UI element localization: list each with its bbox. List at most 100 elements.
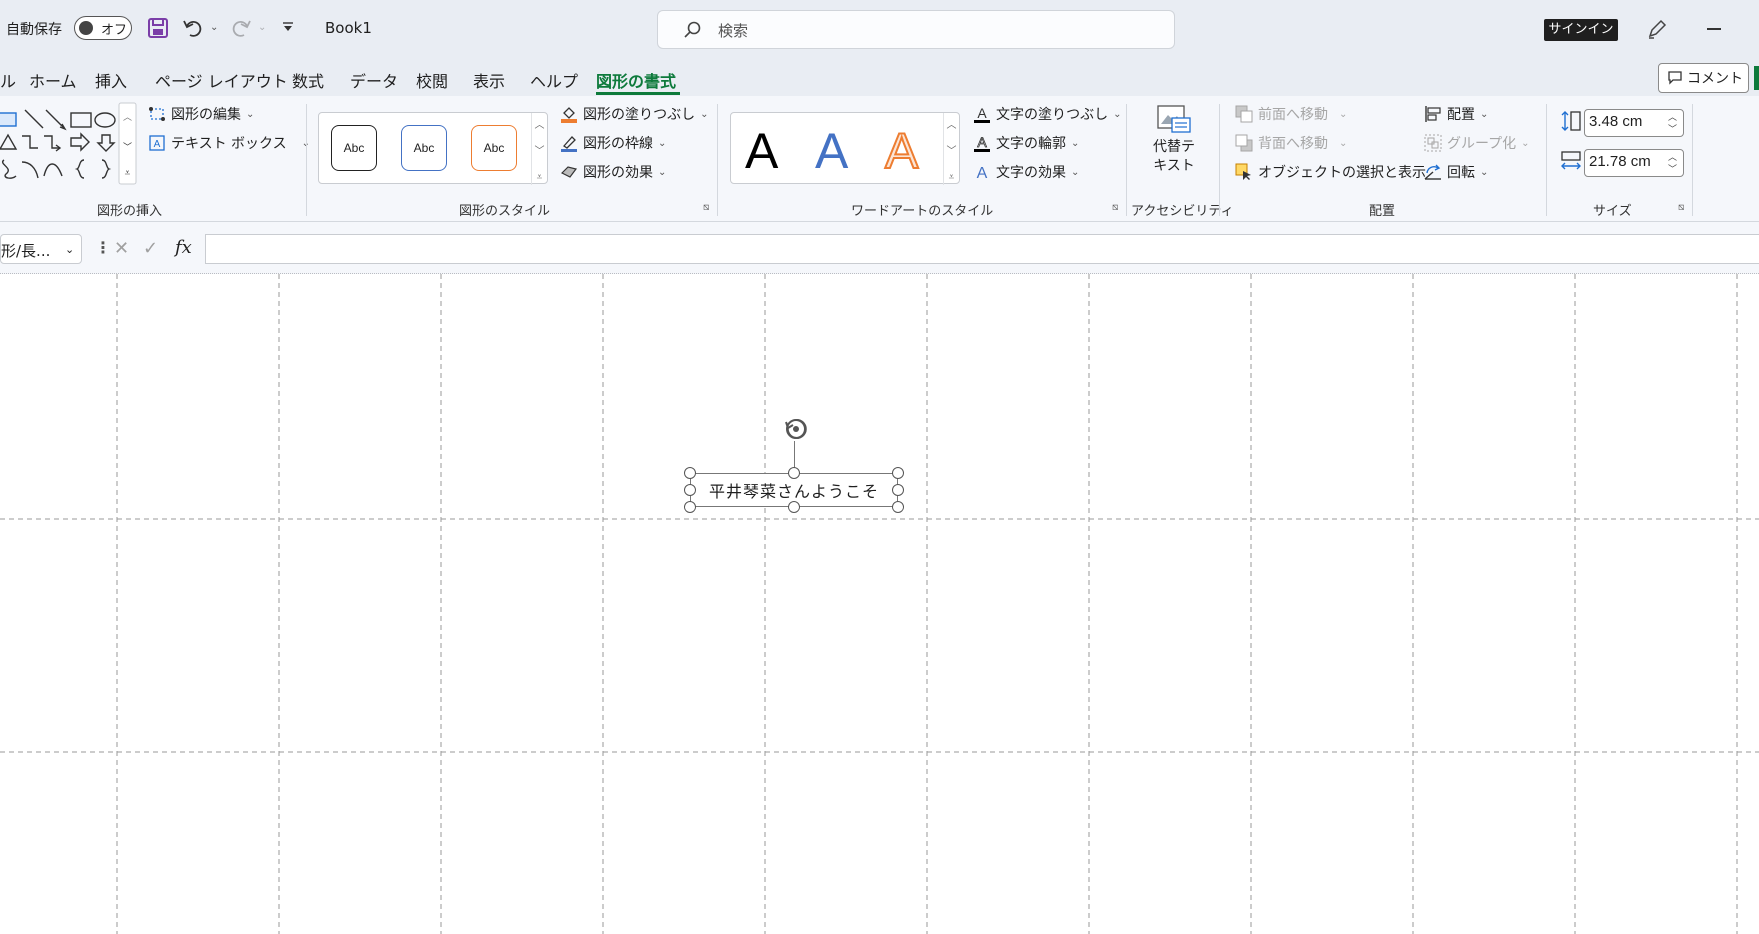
svg-text:A: A bbox=[154, 139, 161, 150]
pen-icon[interactable] bbox=[1646, 18, 1668, 40]
undo-dropdown-icon[interactable]: ⌄ bbox=[210, 22, 218, 33]
group-label-size: サイズ bbox=[1593, 204, 1632, 219]
shape-style-swatch-black[interactable]: Abc bbox=[331, 125, 377, 171]
group-label: グループ化 bbox=[1447, 136, 1517, 152]
search-box[interactable]: 検索 bbox=[657, 10, 1175, 49]
wordart-scroll[interactable]: ︿ ﹀ ⩡ bbox=[943, 113, 959, 185]
group-separator bbox=[1219, 104, 1220, 216]
ribbon-tabs: ル ホーム 挿入 ページ レイアウト 数式 データ 校閲 表示 ヘルプ 図形の書… bbox=[0, 54, 1759, 96]
dialog-launcher-icon[interactable]: ⧅ bbox=[1678, 202, 1684, 213]
shape-effects-button[interactable]: 図形の効果 ⌄ bbox=[560, 162, 666, 182]
pen-outline-icon bbox=[561, 136, 577, 152]
alt-text-button[interactable]: 代替テ キスト bbox=[1142, 104, 1206, 192]
resize-handle-left[interactable] bbox=[684, 484, 696, 496]
edit-shape-label: 図形の編集 bbox=[171, 107, 241, 123]
shape-height-input[interactable]: 3.48 cm ︿ ﹀ bbox=[1584, 109, 1684, 137]
share-button-edge[interactable] bbox=[1754, 66, 1759, 90]
shape-style-swatch-blue[interactable]: Abc bbox=[401, 125, 447, 171]
wordart-sample-black[interactable]: A bbox=[745, 126, 778, 176]
customize-toolbar-icon[interactable] bbox=[282, 22, 294, 32]
tab-file-partial[interactable]: ル bbox=[0, 68, 16, 92]
shape-outline-button[interactable]: 図形の枠線 ⌄ bbox=[560, 133, 666, 153]
document-title: Book1 bbox=[325, 19, 372, 37]
text-effects-button[interactable]: A 文字の効果 ⌄ bbox=[973, 162, 1080, 182]
align-label: 配置 bbox=[1447, 107, 1475, 123]
wordart-sample-blue[interactable]: A bbox=[815, 126, 848, 176]
formula-input[interactable] bbox=[205, 234, 1759, 264]
tab-view[interactable]: 表示 bbox=[473, 68, 505, 92]
tab-shape-format[interactable]: 図形の書式 bbox=[596, 68, 676, 92]
minimize-icon[interactable] bbox=[1707, 28, 1721, 30]
selection-pane-button[interactable]: オブジェクトの選択と表示 bbox=[1235, 162, 1426, 182]
resize-handle-top-right[interactable] bbox=[892, 467, 904, 479]
bring-forward-button[interactable]: 前面へ移動 ⌄ bbox=[1235, 104, 1347, 124]
redo-icon[interactable] bbox=[230, 17, 252, 39]
align-button[interactable]: 配置 ⌄ bbox=[1424, 104, 1488, 124]
resize-handle-bottom[interactable] bbox=[788, 501, 800, 513]
shape-fill-button[interactable]: 図形の塗りつぶし ⌄ bbox=[560, 104, 709, 124]
shape-width-input[interactable]: 21.78 cm ︿ ﹀ bbox=[1584, 149, 1684, 177]
tab-formulas[interactable]: 数式 bbox=[292, 68, 324, 92]
svg-text:A: A bbox=[977, 165, 988, 182]
toggle-knob bbox=[79, 21, 93, 35]
resize-handle-top-left[interactable] bbox=[684, 467, 696, 479]
shape-effects-label: 図形の効果 bbox=[583, 165, 653, 181]
resize-handle-bottom-left[interactable] bbox=[684, 501, 696, 513]
text-outline-button[interactable]: A 文字の輪郭 ⌄ bbox=[973, 133, 1079, 153]
insert-function-icon[interactable]: fx bbox=[175, 237, 192, 258]
edit-shape-button[interactable]: 図形の編集 ⌄ bbox=[148, 104, 254, 124]
rotate-button[interactable]: 回転 ⌄ bbox=[1424, 162, 1488, 182]
undo-icon[interactable] bbox=[182, 17, 204, 39]
text-fill-icon: A bbox=[974, 105, 990, 123]
cancel-icon[interactable]: ✕ bbox=[114, 238, 129, 259]
redo-dropdown-icon[interactable]: ⌄ bbox=[258, 22, 266, 33]
wordart-gallery[interactable]: A A A ︿ ﹀ ⩡ bbox=[730, 112, 960, 185]
shapes-gallery[interactable]: ︿ ﹀ ⩡ bbox=[0, 102, 138, 188]
shape-effects-icon bbox=[560, 166, 578, 178]
wordart-sample-orange[interactable]: A bbox=[884, 125, 919, 177]
resize-handle-right[interactable] bbox=[892, 484, 904, 496]
comment-button[interactable]: コメント bbox=[1658, 63, 1749, 93]
resize-handle-top[interactable] bbox=[788, 467, 800, 479]
tab-home[interactable]: ホーム bbox=[29, 68, 77, 92]
text-box-button[interactable]: A テキスト ボックス⌄ bbox=[148, 133, 310, 153]
worksheet-area[interactable] bbox=[0, 274, 1759, 934]
shape-styles-gallery[interactable]: Abc Abc Abc ︿ ﹀ ⩡ bbox=[318, 112, 548, 185]
dialog-launcher-icon[interactable]: ⧅ bbox=[703, 202, 709, 213]
group-separator bbox=[1692, 104, 1693, 216]
alt-text-label-line2: キスト bbox=[1153, 158, 1195, 174]
save-icon[interactable] bbox=[147, 17, 169, 39]
tab-page-layout[interactable]: ページ レイアウト bbox=[155, 68, 288, 92]
tab-review[interactable]: 校閲 bbox=[416, 68, 448, 92]
text-fill-button[interactable]: A 文字の塗りつぶし ⌄ bbox=[973, 104, 1122, 124]
alt-text-icon bbox=[1157, 105, 1191, 133]
name-box[interactable]: 形/長... ⌄ bbox=[0, 234, 82, 264]
send-backward-label: 背面へ移動 bbox=[1258, 136, 1328, 152]
width-spinner-arrows[interactable]: ︿ ﹀ bbox=[1668, 151, 1677, 175]
name-box-dropdown-icon[interactable]: ⌄ bbox=[65, 243, 74, 256]
group-objects-button[interactable]: グループ化 ⌄ bbox=[1424, 133, 1530, 153]
shape-style-swatch-orange[interactable]: Abc bbox=[471, 125, 517, 171]
selection-pane-icon bbox=[1235, 163, 1251, 180]
send-backward-button[interactable]: 背面へ移動 ⌄ bbox=[1235, 133, 1347, 153]
shape-fill-label: 図形の塗りつぶし bbox=[583, 107, 696, 123]
enter-icon[interactable]: ✓ bbox=[143, 238, 158, 259]
dialog-launcher-icon[interactable]: ⧅ bbox=[1112, 202, 1118, 213]
autosave-toggle[interactable]: オフ bbox=[74, 16, 132, 40]
tab-help[interactable]: ヘルプ bbox=[530, 68, 578, 92]
resize-handle-bottom-right[interactable] bbox=[892, 501, 904, 513]
selection-pane-label: オブジェクトの選択と表示 bbox=[1258, 165, 1426, 181]
rotate-label: 回転 bbox=[1447, 165, 1475, 181]
tab-data[interactable]: データ bbox=[350, 68, 398, 92]
tab-insert[interactable]: 挿入 bbox=[95, 68, 127, 92]
shape-outline-label: 図形の枠線 bbox=[583, 136, 653, 152]
rotation-handle-icon[interactable] bbox=[783, 415, 813, 445]
shape-width-icon bbox=[1560, 150, 1582, 172]
shape-styles-scroll[interactable]: ︿ ﹀ ⩡ bbox=[531, 113, 547, 185]
more-options-icon[interactable]: ⋮ bbox=[95, 238, 111, 257]
search-placeholder: 検索 bbox=[718, 22, 749, 40]
height-spinner-arrows[interactable]: ︿ ﹀ bbox=[1668, 111, 1677, 135]
formula-bar: 形/長... ⌄ ⋮ ✕ ✓ fx bbox=[0, 222, 1759, 274]
group-icon bbox=[1424, 134, 1442, 152]
signin-button[interactable]: サインイン bbox=[1544, 19, 1618, 41]
